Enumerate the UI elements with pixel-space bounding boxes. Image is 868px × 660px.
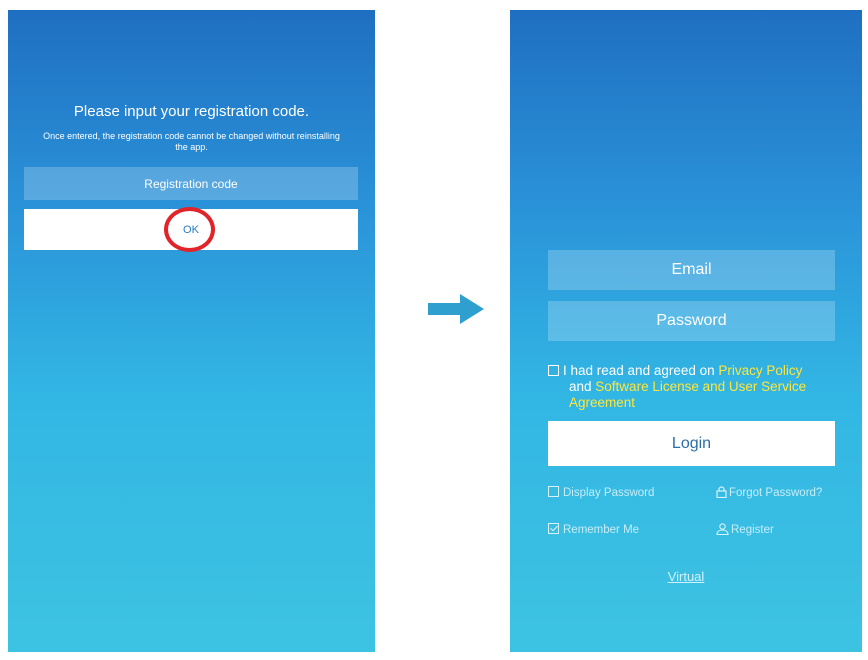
email-field[interactable] xyxy=(548,250,835,290)
ok-button[interactable]: OK xyxy=(24,209,358,250)
display-password-checkbox[interactable] xyxy=(548,486,559,497)
password-field[interactable] xyxy=(548,301,835,341)
lock-icon xyxy=(716,486,727,498)
software-license-link[interactable]: Software License and User Service Agreem… xyxy=(569,379,806,410)
login-screen: I had read and agreed on Privacy Policy … xyxy=(510,10,862,652)
remember-me-label: Remember Me xyxy=(563,524,640,536)
tutorial-canvas: Please input your registration code. Onc… xyxy=(0,0,868,660)
remember-me-checkbox[interactable] xyxy=(548,523,559,534)
forgot-password-label: Forgot Password? xyxy=(729,487,823,499)
register-label: Register xyxy=(731,524,774,536)
forgot-password-link[interactable]: Forgot Password? xyxy=(716,486,822,500)
display-password-option[interactable]: Display Password xyxy=(548,486,654,500)
and-text: and xyxy=(569,379,592,394)
remember-me-option[interactable]: Remember Me xyxy=(548,523,639,537)
agreement-row: I had read and agreed on Privacy Policy … xyxy=(548,363,838,411)
registration-code-input[interactable] xyxy=(24,167,358,200)
registration-screen: Please input your registration code. Onc… xyxy=(8,10,375,652)
register-link[interactable]: Register xyxy=(716,523,774,537)
agree-prefix-text: I had read and agreed on xyxy=(563,363,715,378)
virtual-link[interactable]: Virtual xyxy=(510,569,862,584)
registration-note: Once entered, the registration code cann… xyxy=(43,131,340,152)
right-arrow-icon xyxy=(428,294,484,324)
login-button[interactable]: Login xyxy=(548,421,835,466)
display-password-label: Display Password xyxy=(563,487,655,499)
agree-checkbox[interactable] xyxy=(548,365,559,376)
privacy-policy-link[interactable]: Privacy Policy xyxy=(718,363,802,378)
registration-title: Please input your registration code. xyxy=(73,103,310,120)
user-icon xyxy=(716,523,729,535)
